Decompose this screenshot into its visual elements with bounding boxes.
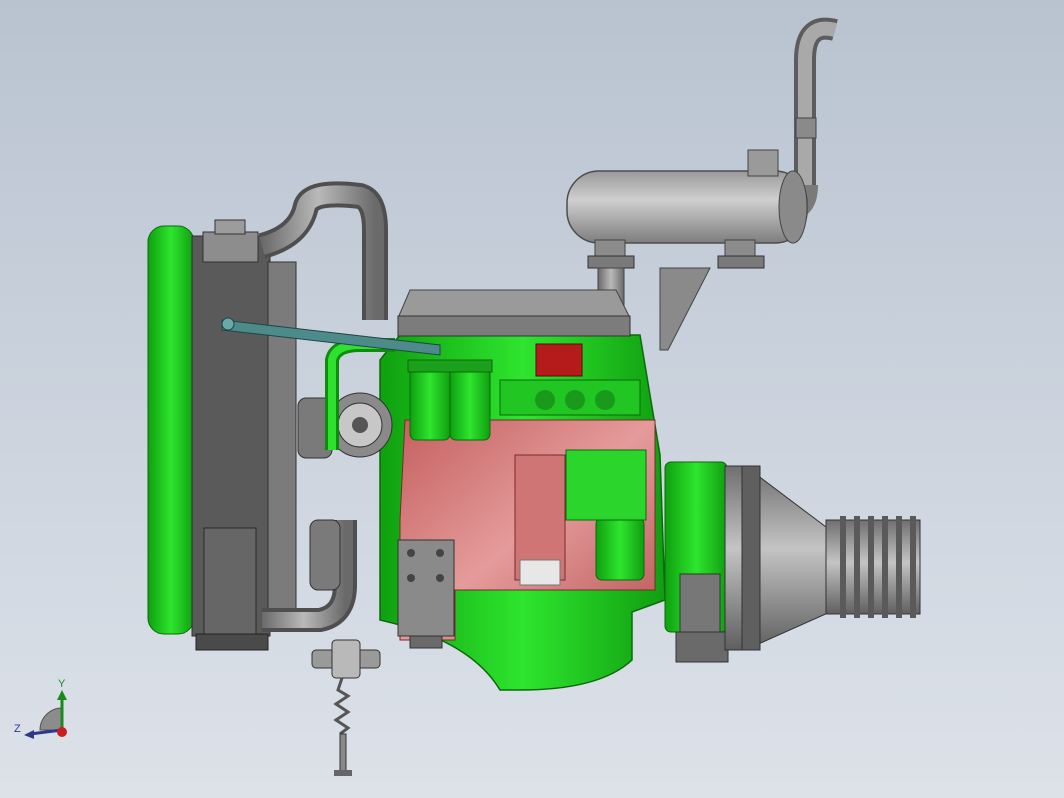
flywheel-housing[interactable]: [664, 461, 729, 663]
drive-pulley[interactable]: [825, 516, 921, 618]
cad-viewport[interactable]: Y Z: [0, 0, 1064, 798]
coordinate-triad: [24, 690, 67, 739]
pto-clutch-housing[interactable]: [724, 465, 831, 651]
fuel-filters[interactable]: [407, 359, 493, 441]
tensioner-rod[interactable]: [311, 639, 381, 776]
radiator[interactable]: [147, 219, 297, 651]
triad-y-label: Y: [58, 678, 66, 690]
triad-z-label: Z: [14, 723, 21, 735]
front-cover-plate[interactable]: [397, 539, 455, 649]
engine-assembly-model[interactable]: [0, 0, 1064, 798]
